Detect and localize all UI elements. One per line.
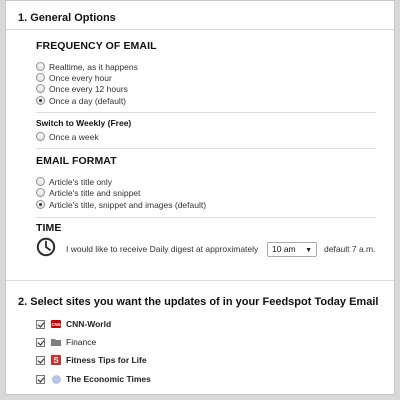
chevron-down-icon: ▼ bbox=[305, 247, 312, 254]
site-checkbox[interactable] bbox=[36, 319, 45, 329]
radio-every-12-hours[interactable]: Once every 12 hours bbox=[36, 83, 128, 94]
divider bbox=[6, 29, 394, 30]
divider bbox=[36, 148, 376, 149]
radio-label: Once every 12 hours bbox=[49, 83, 128, 94]
site-label: Finance bbox=[66, 337, 97, 347]
digest-time-text: I would like to receive Daily digest at … bbox=[66, 244, 259, 254]
radio-label: Realtime, as it happens bbox=[49, 61, 138, 72]
time-title: TIME bbox=[36, 222, 62, 234]
divider bbox=[36, 217, 376, 218]
site-row-economic-times[interactable]: The Economic Times bbox=[36, 373, 151, 385]
divider bbox=[36, 112, 376, 113]
radio-button[interactable] bbox=[36, 73, 45, 82]
radio-label: Article's title and snippet bbox=[49, 187, 141, 198]
radio-every-hour[interactable]: Once every hour bbox=[36, 72, 112, 83]
radio-label: Once a week bbox=[49, 131, 99, 142]
site-label: Fitness Tips for Life bbox=[66, 355, 147, 365]
radio-label: Article's title, snippet and images (def… bbox=[49, 199, 207, 210]
radio-label: Article's title only bbox=[49, 176, 113, 187]
digest-time-value: 10 am bbox=[272, 244, 296, 254]
site-row-finance[interactable]: Finance bbox=[36, 336, 96, 348]
radio-button[interactable] bbox=[36, 132, 45, 141]
site-checkbox[interactable] bbox=[36, 374, 45, 384]
digest-time-select[interactable]: 10 am ▼ bbox=[267, 242, 317, 257]
radio-title-only[interactable]: Article's title only bbox=[36, 176, 112, 187]
radio-once-a-week[interactable]: Once a week bbox=[36, 131, 99, 142]
radio-button[interactable] bbox=[36, 62, 45, 71]
globe-icon bbox=[51, 374, 61, 384]
radio-title-snippet[interactable]: Article's title and snippet bbox=[36, 187, 140, 198]
cnn-icon: CNN bbox=[51, 319, 61, 329]
site-checkbox[interactable] bbox=[36, 355, 45, 365]
s-logo-icon: S bbox=[51, 355, 61, 365]
settings-panel: 1. General Options FREQUENCY OF EMAIL Re… bbox=[5, 0, 395, 395]
radio-title-snippet-images[interactable]: Article's title, snippet and images (def… bbox=[36, 199, 206, 210]
svg-text:CNN: CNN bbox=[51, 322, 60, 327]
site-label: The Economic Times bbox=[66, 374, 151, 384]
section-general-title: 1. General Options bbox=[18, 12, 116, 24]
radio-once-a-day[interactable]: Once a day (default) bbox=[36, 95, 126, 106]
site-row-cnn-world[interactable]: CNN CNN-World bbox=[36, 318, 111, 330]
frequency-title: FREQUENCY OF EMAIL bbox=[36, 40, 157, 52]
folder-icon bbox=[51, 337, 61, 347]
site-row-fitness-tips[interactable]: S Fitness Tips for Life bbox=[36, 354, 147, 366]
svg-text:S: S bbox=[53, 356, 59, 365]
radio-button[interactable] bbox=[36, 177, 45, 186]
site-checkbox[interactable] bbox=[36, 337, 45, 347]
section-sites-title: 2. Select sites you want the updates of … bbox=[18, 296, 379, 308]
default-time-text: default 7 a.m. bbox=[324, 244, 376, 254]
email-format-title: EMAIL FORMAT bbox=[36, 155, 117, 167]
site-label: CNN-World bbox=[66, 319, 112, 329]
radio-button[interactable] bbox=[36, 188, 45, 197]
radio-button-checked[interactable] bbox=[36, 200, 45, 209]
radio-label: Once every hour bbox=[49, 72, 112, 83]
radio-button-checked[interactable] bbox=[36, 96, 45, 105]
divider bbox=[6, 280, 394, 281]
weekly-title: Switch to Weekly (Free) bbox=[36, 118, 132, 128]
clock-icon bbox=[36, 237, 56, 257]
radio-label: Once a day (default) bbox=[49, 95, 127, 106]
radio-realtime[interactable]: Realtime, as it happens bbox=[36, 61, 138, 72]
radio-button[interactable] bbox=[36, 84, 45, 93]
